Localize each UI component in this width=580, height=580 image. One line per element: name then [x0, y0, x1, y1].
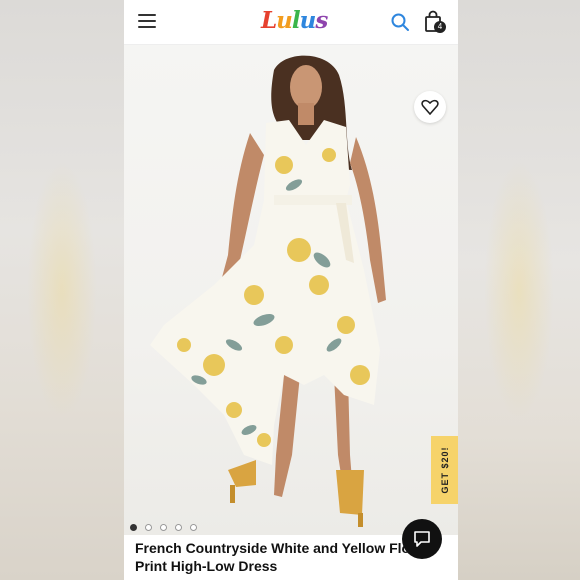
image-carousel-dots — [130, 518, 205, 531]
backdrop-right — [458, 0, 580, 580]
logo-letter: u — [276, 7, 293, 34]
logo-letter: s — [315, 7, 328, 34]
carousel-dot[interactable] — [175, 524, 182, 531]
lulus-logo[interactable]: Lulus — [261, 7, 328, 34]
product-image[interactable] — [124, 45, 458, 535]
search-icon[interactable] — [390, 12, 410, 32]
bag-count-badge: 4 — [434, 21, 446, 33]
carousel-dot[interactable] — [190, 524, 197, 531]
logo-letter: L — [261, 7, 277, 34]
backdrop-left — [0, 0, 124, 580]
menu-icon[interactable] — [138, 14, 156, 28]
heart-icon — [421, 99, 439, 115]
top-navigation-bar: Lulus 4 — [124, 0, 458, 45]
chat-icon — [414, 531, 430, 547]
wishlist-heart-button[interactable] — [414, 91, 446, 123]
carousel-dot[interactable] — [160, 524, 167, 531]
carousel-dot[interactable] — [145, 524, 152, 531]
carousel-dot[interactable] — [130, 524, 137, 531]
chat-button[interactable] — [402, 519, 442, 559]
get-20-promo-tab[interactable]: GET $20! — [431, 436, 458, 504]
promo-label: GET $20! — [439, 446, 450, 494]
logo-letter: u — [299, 7, 317, 34]
product-title: French Countryside White and Yellow Flor… — [135, 540, 428, 574]
logo-letter: l — [291, 7, 301, 34]
phone-screen: Lulus 4 GET $20! French Countryside Whit… — [124, 0, 458, 580]
model-photo — [150, 55, 386, 527]
